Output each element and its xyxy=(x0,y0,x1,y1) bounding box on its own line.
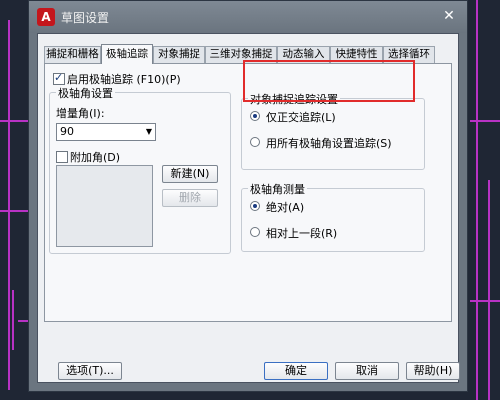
all-polar-tracking-label: 用所有极轴角设置追踪(S) xyxy=(266,137,392,150)
dropdown-arrow-icon[interactable]: ▼ xyxy=(146,124,152,140)
relative-measurement-label: 相对上一段(R) xyxy=(266,227,338,240)
cancel-button[interactable]: 取消 xyxy=(335,362,399,380)
polar-angle-settings-title: 极轴角设置 xyxy=(56,85,115,101)
polar-measurement-title: 极轴角测量 xyxy=(248,181,307,197)
options-button[interactable]: 选项(T)... xyxy=(58,362,122,380)
cad-line xyxy=(0,120,28,122)
cad-line xyxy=(488,180,490,400)
help-button[interactable]: 帮助(H) xyxy=(406,362,460,380)
increment-angle-label: 增量角(I): xyxy=(56,107,105,120)
increment-angle-select[interactable]: 90 ▼ xyxy=(56,123,156,141)
all-polar-tracking-radio[interactable] xyxy=(250,137,260,147)
increment-angle-value: 90 xyxy=(60,125,74,138)
delete-angle-button[interactable]: 删除 xyxy=(162,189,218,207)
polar-measurement-group: 极轴角测量 绝对(A) 相对上一段(R) xyxy=(241,181,425,252)
tab-object-snap[interactable]: 对象捕捉 xyxy=(153,46,205,63)
cad-line xyxy=(470,120,500,122)
cad-line xyxy=(8,20,10,390)
object-snap-tracking-group: 对象捕捉追踪设置 仅正交追踪(L) 用所有极轴角设置追踪(S) xyxy=(241,91,425,170)
close-icon[interactable]: ✕ xyxy=(439,7,459,25)
cad-line xyxy=(18,320,28,322)
additional-angles-checkbox[interactable] xyxy=(56,151,68,163)
new-angle-button[interactable]: 新建(N) xyxy=(162,165,218,183)
orthogonal-tracking-radio[interactable] xyxy=(250,111,260,121)
drafting-settings-dialog: A 草图设置 ✕ 捕捉和栅格 极轴追踪 对象捕捉 三维对象捕捉 动态输入 快捷特… xyxy=(28,0,468,392)
enable-polar-tracking-checkbox[interactable] xyxy=(53,71,65,85)
ok-button[interactable]: 确定 xyxy=(264,362,328,380)
tab-polar-tracking[interactable]: 极轴追踪 xyxy=(101,44,153,64)
absolute-measurement-radio[interactable] xyxy=(250,201,260,211)
cad-line xyxy=(12,290,14,350)
autocad-app-icon: A xyxy=(37,8,55,26)
relative-measurement-radio[interactable] xyxy=(250,227,260,237)
cad-line xyxy=(470,300,500,302)
polar-angle-settings-group: 极轴角设置 增量角(I): 90 ▼ 附加角(D) 新建(N) 删除 xyxy=(49,85,231,254)
additional-angles-list[interactable] xyxy=(56,165,153,247)
title-bar[interactable]: A 草图设置 ✕ xyxy=(29,1,467,33)
tab-snap-and-grid[interactable]: 捕捉和栅格 xyxy=(44,46,101,63)
orthogonal-tracking-label: 仅正交追踪(L) xyxy=(266,111,336,124)
absolute-measurement-label: 绝对(A) xyxy=(266,201,305,214)
additional-angles-label: 附加角(D) xyxy=(70,151,121,164)
red-annotation-box xyxy=(243,60,415,102)
window-title: 草图设置 xyxy=(61,11,110,25)
cad-line xyxy=(0,210,28,212)
cad-line xyxy=(476,0,478,400)
